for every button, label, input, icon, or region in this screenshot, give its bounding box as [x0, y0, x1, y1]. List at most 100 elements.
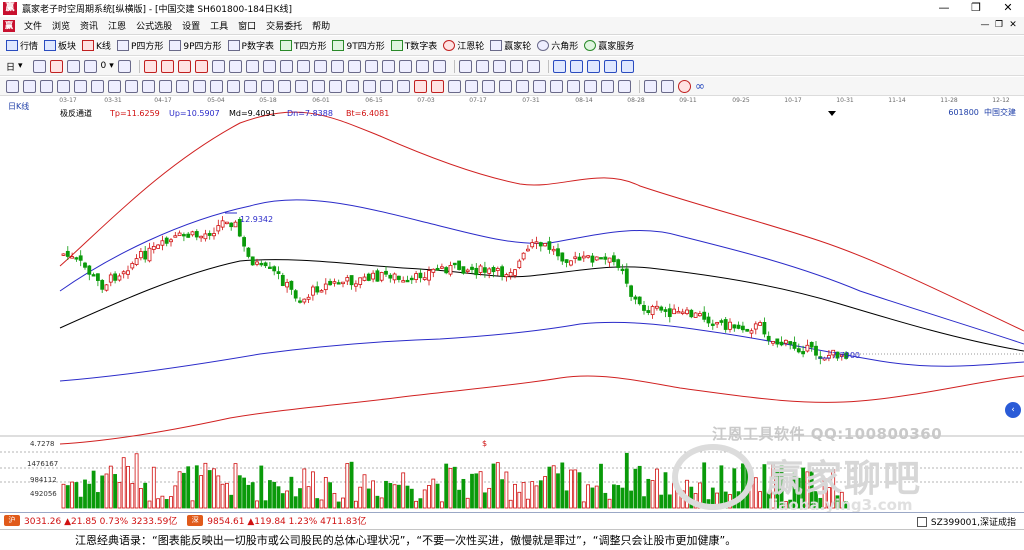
grid-draw-icon[interactable]: [312, 79, 325, 93]
diamond-icon-5[interactable]: [347, 59, 361, 73]
minimize-button[interactable]: —: [928, 0, 960, 17]
lock-draw-icon[interactable]: [465, 79, 478, 93]
toolbar-sector[interactable]: 板块: [44, 39, 76, 52]
triangle-draw-icon[interactable]: [346, 79, 359, 93]
diamond-icon-6[interactable]: [364, 59, 378, 73]
box-draw-icon[interactable]: [159, 79, 172, 93]
mark-draw-icon[interactable]: [431, 79, 444, 93]
ray-tool-icon[interactable]: [23, 79, 36, 93]
mdi-restore-button[interactable]: ❐: [992, 19, 1006, 32]
gann-fan-icon[interactable]: [91, 79, 104, 93]
fib-ext-icon[interactable]: [125, 79, 138, 93]
menu-formula[interactable]: 公式选股: [131, 19, 177, 32]
erase-draw-icon[interactable]: [448, 79, 461, 93]
target-icon[interactable]: [262, 59, 276, 73]
fan-tool-icon[interactable]: [74, 79, 87, 93]
diamond-icon-4[interactable]: [330, 59, 344, 73]
price-tool-icon[interactable]: [244, 79, 257, 93]
cursor-tool-icon[interactable]: [32, 59, 46, 73]
toolbar-service[interactable]: 赢家服务: [584, 39, 634, 52]
restore-button[interactable]: ❐: [960, 0, 992, 17]
grid-tool-icon[interactable]: [83, 59, 97, 73]
arc-tool-icon[interactable]: [193, 79, 206, 93]
toolbar-quotes[interactable]: 行情: [6, 39, 38, 52]
diamond-icon-2[interactable]: [296, 59, 310, 73]
plus-icon[interactable]: [475, 59, 489, 73]
flag-icon[interactable]: [117, 59, 131, 73]
prev-icon[interactable]: [160, 59, 174, 73]
bar-icon-4[interactable]: [432, 59, 446, 73]
bar-icon[interactable]: [381, 59, 395, 73]
paste-draw-icon[interactable]: [516, 79, 529, 93]
toolbar-9p-square[interactable]: 9P四方形: [169, 39, 222, 52]
menu-gann[interactable]: 江恩: [103, 19, 131, 32]
next-icon[interactable]: [177, 59, 191, 73]
props-draw-icon[interactable]: [584, 79, 597, 93]
diamond-icon[interactable]: [279, 59, 293, 73]
dropdown-triangle-icon[interactable]: [828, 111, 836, 116]
menu-settings[interactable]: 设置: [177, 19, 205, 32]
menu-info[interactable]: 资讯: [75, 19, 103, 32]
sz-index[interactable]: 深 9854.61 ▲119.84 1.23% 4711.83亿: [187, 514, 366, 527]
bar-icon-2[interactable]: [398, 59, 412, 73]
table-icon[interactable]: [586, 59, 600, 73]
menu-help[interactable]: 帮助: [307, 19, 335, 32]
toolbar-t-table[interactable]: T数字表: [390, 39, 437, 52]
side-nav-button[interactable]: ‹: [1005, 402, 1021, 418]
toolbar-9t-square[interactable]: 9T四方形: [332, 39, 385, 52]
cross-icon[interactable]: [245, 59, 259, 73]
last-icon[interactable]: [194, 59, 208, 73]
chart-icon[interactable]: [552, 59, 566, 73]
period-dropdown-icon[interactable]: ▾: [18, 61, 23, 71]
redo-draw-icon[interactable]: [550, 79, 563, 93]
toolbar-p-table[interactable]: P数字表: [227, 39, 274, 52]
channel-tool-icon[interactable]: [40, 79, 53, 93]
menu-file[interactable]: 文件: [19, 19, 47, 32]
sh-index[interactable]: 沪 3031.26 ▲21.85 0.73% 3233.59亿: [4, 514, 177, 527]
zero-selector[interactable]: 0: [101, 61, 107, 71]
copy-draw-icon[interactable]: [499, 79, 512, 93]
window-icon[interactable]: [644, 79, 657, 93]
calc-icon[interactable]: [569, 59, 583, 73]
arrow-tool-icon[interactable]: [227, 79, 240, 93]
text-tool-icon[interactable]: [210, 79, 223, 93]
toolbar-winner-wheel[interactable]: 赢家轮: [490, 39, 531, 52]
chart-area[interactable]: 12.9342 7.7900 $ 03-17 03-31 04-17 05-04…: [0, 96, 1024, 514]
star-draw-icon[interactable]: [397, 79, 410, 93]
menu-trade[interactable]: 交易委托: [261, 19, 307, 32]
delete-draw-icon[interactable]: [567, 79, 580, 93]
menu-window[interactable]: 窗口: [233, 19, 261, 32]
hand-icon[interactable]: [458, 59, 472, 73]
color-draw-icon[interactable]: [601, 79, 614, 93]
diamond-icon-3[interactable]: [313, 59, 327, 73]
toolbar-p-square[interactable]: P四方形: [116, 39, 163, 52]
line-tool-icon[interactable]: [6, 79, 19, 93]
print-icon[interactable]: [603, 59, 617, 73]
infinity-icon[interactable]: ∞: [695, 79, 705, 93]
cycle-tool-icon[interactable]: [142, 79, 155, 93]
layout-icon[interactable]: [661, 79, 674, 93]
undo-draw-icon[interactable]: [533, 79, 546, 93]
close-button[interactable]: ✕: [992, 0, 1024, 17]
menu-browse[interactable]: 浏览: [47, 19, 75, 32]
speed-tool-icon[interactable]: [278, 79, 291, 93]
circle-draw-icon[interactable]: [414, 79, 427, 93]
mdi-close-button[interactable]: ✕: [1006, 19, 1020, 32]
pattern-icon[interactable]: [526, 59, 540, 73]
fib-tool-icon[interactable]: [108, 79, 121, 93]
style-draw-icon[interactable]: [618, 79, 631, 93]
arrow-icon[interactable]: [492, 59, 506, 73]
camera-icon[interactable]: [620, 59, 634, 73]
toolbar-hexagon[interactable]: 六角形: [537, 39, 578, 52]
toolbar-kline[interactable]: K线: [82, 39, 111, 52]
select-draw-icon[interactable]: [482, 79, 495, 93]
menu-tools[interactable]: 工具: [205, 19, 233, 32]
square-draw-icon[interactable]: [329, 79, 342, 93]
globe-icon[interactable]: [678, 79, 691, 93]
box-tool-icon[interactable]: [66, 59, 80, 73]
tool-icon[interactable]: [509, 59, 523, 73]
spiral-draw-icon[interactable]: [380, 79, 393, 93]
bar-icon-3[interactable]: [415, 59, 429, 73]
toolbar-gann-wheel[interactable]: 江恩轮: [443, 39, 484, 52]
wave-tool-icon[interactable]: [295, 79, 308, 93]
